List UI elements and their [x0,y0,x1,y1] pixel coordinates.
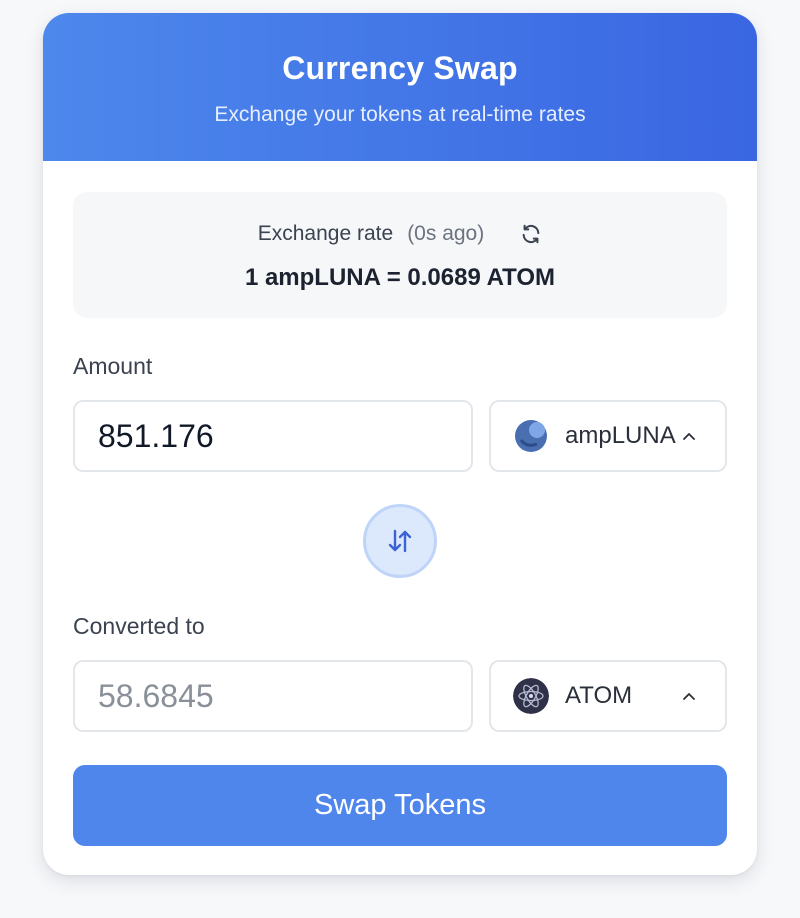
amount-input[interactable]: 851.176 [73,400,473,472]
exchange-rate-label: Exchange rate [257,222,394,245]
amount-label: Amount [73,353,153,379]
from-token-label: ampLUNA [565,422,676,449]
exchange-rate-header: Exchange rate (0s ago) [73,222,727,246]
chevron-up-icon [683,433,695,440]
swap-tokens-button[interactable]: Swap Tokens [73,765,727,846]
refresh-icon[interactable] [520,223,542,245]
swap-direction-button[interactable] [363,504,437,578]
converted-label: Converted to [73,613,205,639]
swap-card: Currency Swap Exchange your tokens at re… [43,13,757,875]
exchange-rate-age: (0s ago) [407,222,485,245]
page-subtitle: Exchange your tokens at real-time rates [214,103,586,126]
to-token-label: ATOM [565,682,633,709]
swap-arrows-icon [388,529,412,553]
converted-output: 58.6845 [73,660,473,732]
atom-icon [513,678,549,714]
to-token-select[interactable]: ATOM [489,660,727,732]
from-token-select[interactable]: ampLUNA [489,400,727,472]
exchange-rate-panel: Exchange rate (0s ago) 1 ampLUNA = 0.068… [73,192,727,318]
ampluna-icon [515,420,547,452]
exchange-rate-value: 1 ampLUNA = 0.0689 ATOM [244,264,556,291]
card-header: Currency Swap Exchange your tokens at re… [43,13,757,161]
chevron-up-icon [683,693,695,700]
page-title: Currency Swap [282,50,518,86]
